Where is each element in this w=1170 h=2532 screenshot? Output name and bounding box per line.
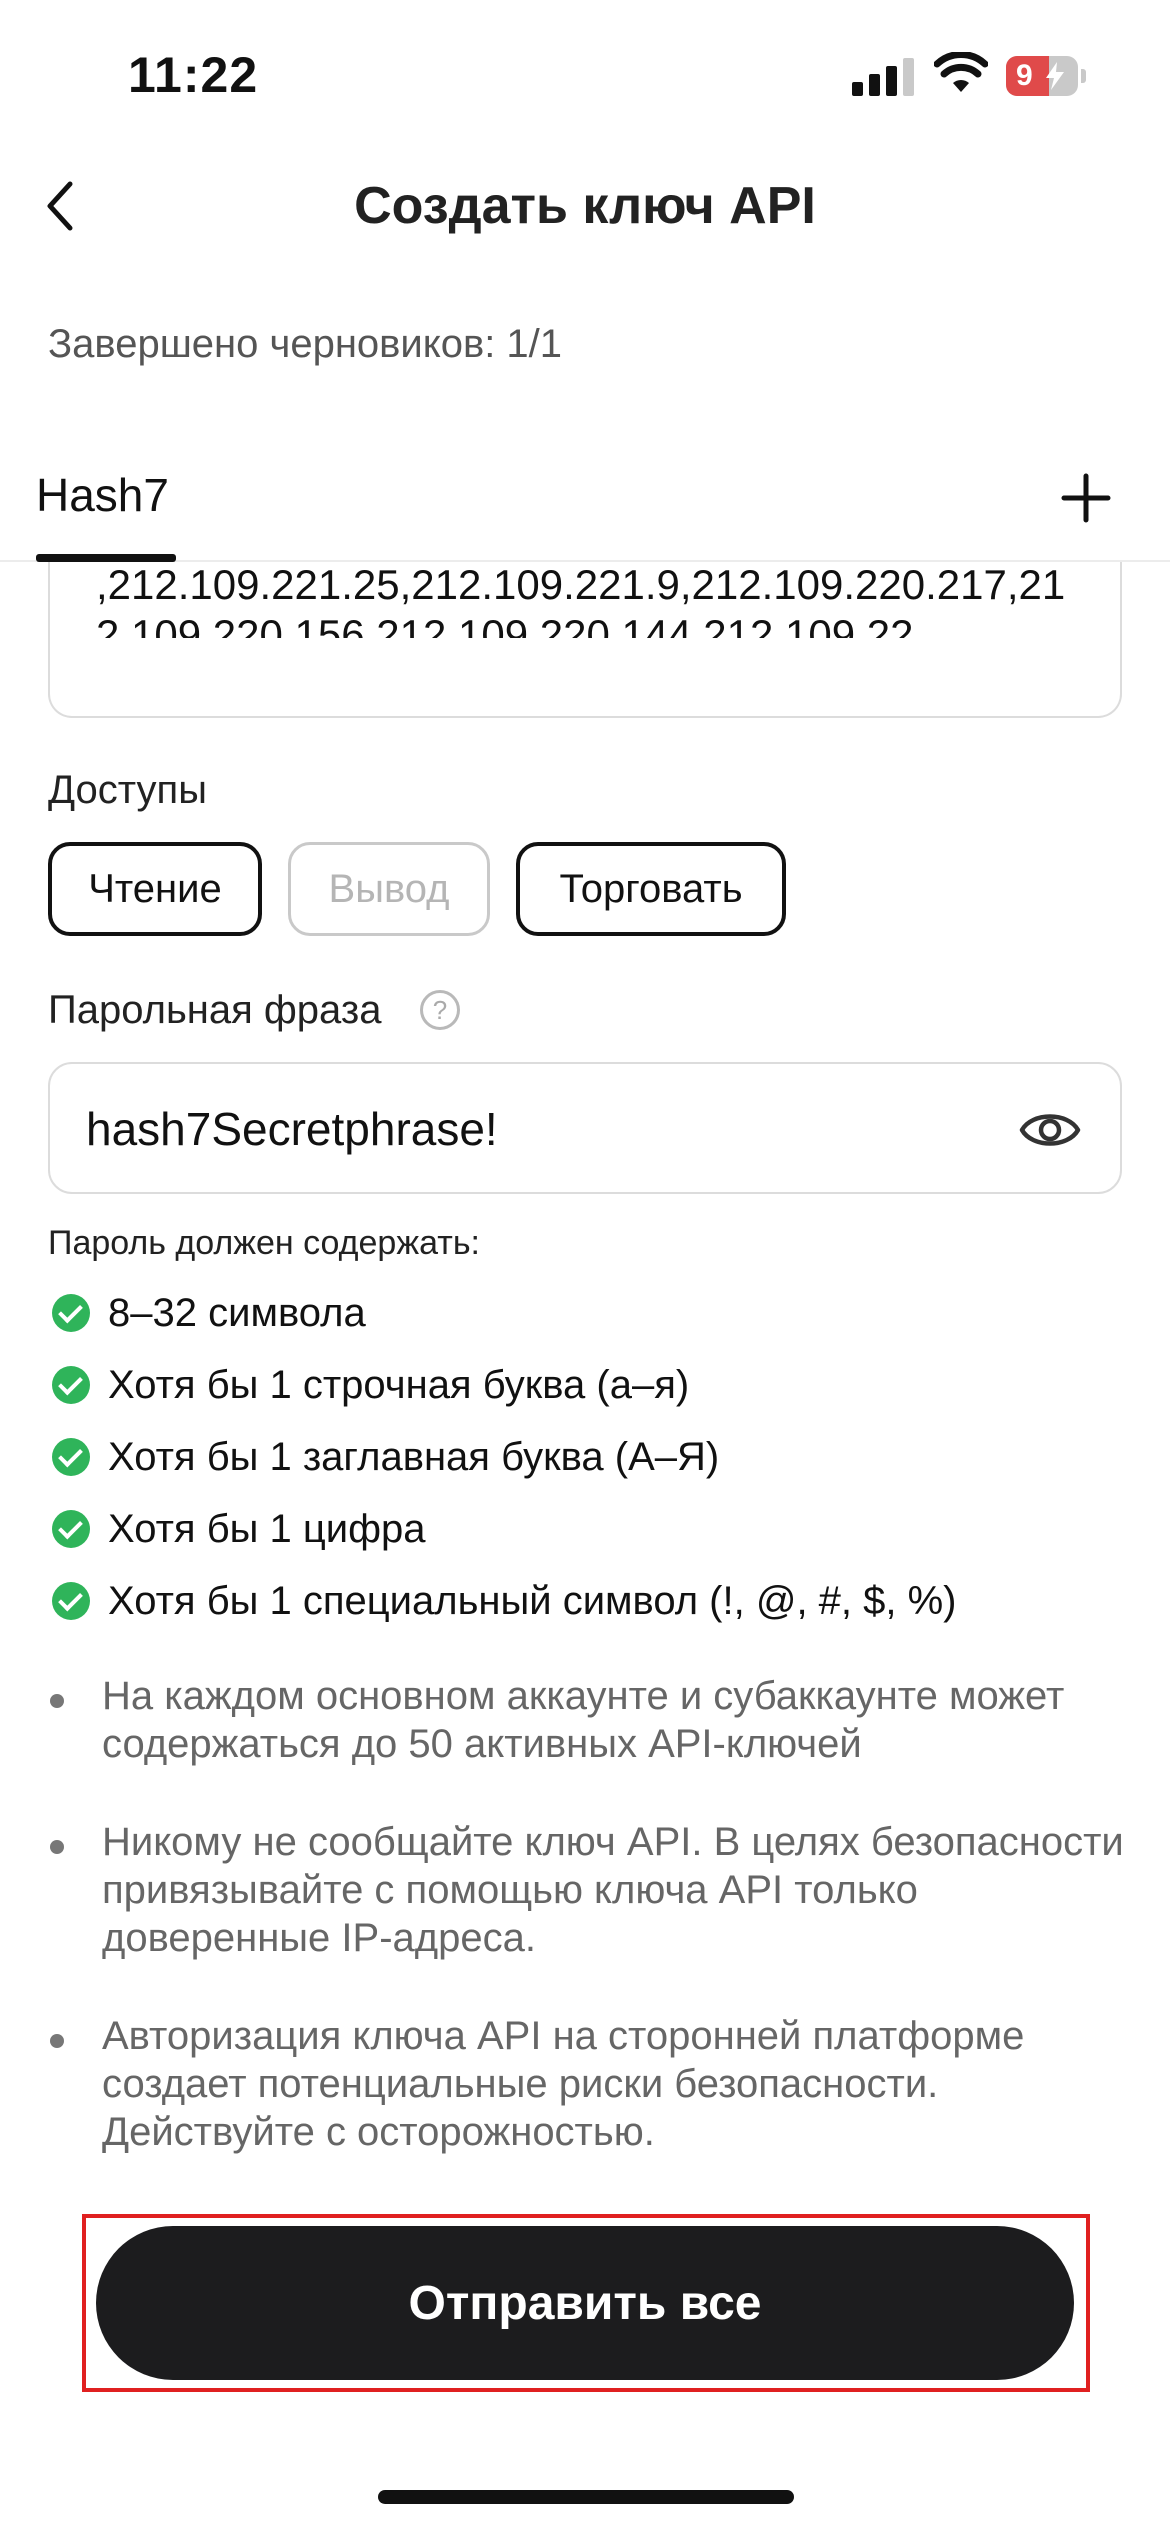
- permission-read-chip[interactable]: Чтение: [48, 842, 262, 936]
- passphrase-input[interactable]: hash7Secretphrase!: [48, 1062, 1122, 1194]
- password-requirements-heading: Пароль должен содержать:: [48, 1224, 480, 1262]
- info-note-text: Авторизация ключа API на сторонней платф…: [102, 2014, 1025, 2154]
- info-note: Авторизация ключа API на сторонней платф…: [50, 2012, 1130, 2156]
- passphrase-label: Парольная фраза: [48, 988, 382, 1032]
- requirement-text: Хотя бы 1 строчная буква (а–я): [108, 1362, 690, 1407]
- page-title: Создать ключ API: [354, 177, 816, 235]
- info-note-text: На каждом основном аккаунте и субаккаунт…: [102, 1674, 1065, 1766]
- tab-active-indicator: [36, 554, 176, 562]
- question-circle-icon[interactable]: ?: [420, 990, 460, 1030]
- requirement-item: Хотя бы 1 специальный символ (!, @, #, $…: [52, 1576, 957, 1626]
- charging-bolt-icon: [1046, 62, 1064, 90]
- draft-status: Завершено черновиков: 1/1: [48, 322, 563, 366]
- requirement-item: Хотя бы 1 строчная буква (а–я): [52, 1360, 689, 1410]
- passphrase-value[interactable]: hash7Secretphrase!: [86, 1102, 498, 1156]
- requirement-text: Хотя бы 1 специальный символ (!, @, #, $…: [108, 1578, 957, 1623]
- battery-level: 9: [1016, 59, 1033, 92]
- check-circle-icon: [52, 1510, 90, 1548]
- tab-hash7[interactable]: Hash7: [36, 468, 169, 522]
- plus-icon[interactable]: [1058, 470, 1114, 526]
- bullet-icon: [50, 2034, 64, 2048]
- requirement-item: Хотя бы 1 заглавная буква (А–Я): [52, 1432, 719, 1482]
- wifi-icon: [934, 52, 988, 92]
- info-note-text: Никому не сообщайте ключ API. В целях бе…: [102, 1820, 1124, 1960]
- requirement-text: 8–32 символа: [108, 1290, 366, 1335]
- requirement-item: 8–32 символа: [52, 1288, 366, 1338]
- bullet-icon: [50, 1694, 64, 1708]
- tab-bar: Hash7: [0, 450, 1170, 562]
- home-indicator[interactable]: [378, 2490, 794, 2504]
- status-time: 11:22: [128, 47, 259, 103]
- requirement-text: Хотя бы 1 цифра: [108, 1506, 426, 1551]
- check-circle-icon: [52, 1582, 90, 1620]
- bullet-icon: [50, 1840, 64, 1854]
- check-circle-icon: [52, 1366, 90, 1404]
- permissions-label: Доступы: [48, 768, 207, 812]
- permission-trade-chip[interactable]: Торговать: [516, 842, 786, 936]
- cellular-signal-icon: [852, 58, 914, 96]
- check-circle-icon: [52, 1438, 90, 1476]
- info-note: Никому не сообщайте ключ API. В целях бе…: [50, 1818, 1130, 1962]
- requirement-item: Хотя бы 1 цифра: [52, 1504, 425, 1554]
- submit-all-button[interactable]: Отправить все: [96, 2226, 1074, 2380]
- eye-icon[interactable]: [1018, 1104, 1082, 1156]
- check-circle-icon: [52, 1294, 90, 1332]
- status-bar: 11:22 9: [0, 0, 1170, 150]
- permission-withdraw-chip: Вывод: [288, 842, 490, 936]
- requirement-text: Хотя бы 1 заглавная буква (А–Я): [108, 1434, 720, 1479]
- battery-icon: 9: [1006, 56, 1086, 96]
- info-note: На каждом основном аккаунте и субаккаунт…: [50, 1672, 1130, 1768]
